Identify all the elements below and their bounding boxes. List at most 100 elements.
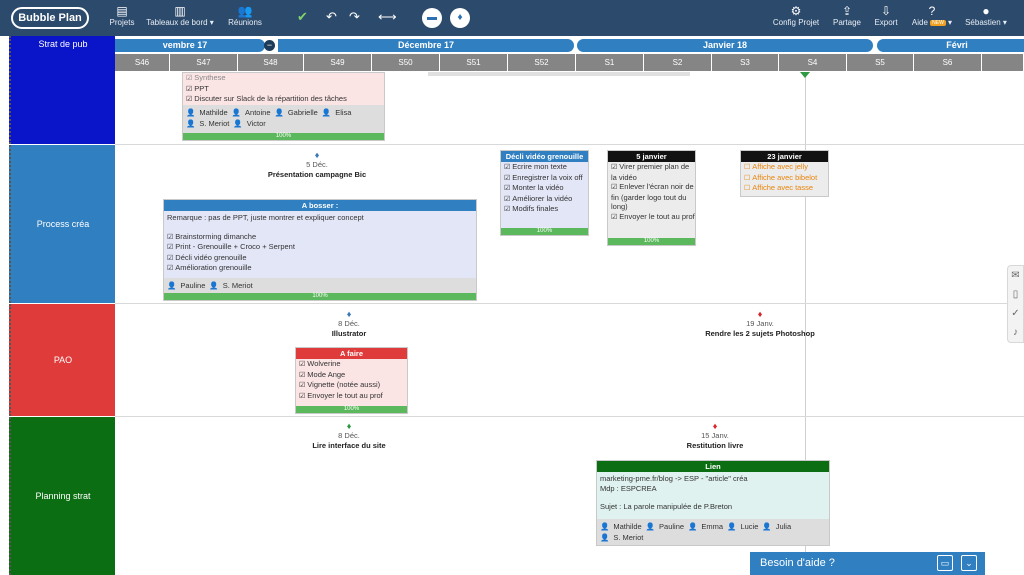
week-s1: S1 <box>576 54 644 71</box>
nav-partage[interactable]: ⇪ Partage <box>831 4 863 32</box>
checklist-item[interactable]: ☑ Monter la vidéo <box>501 183 588 194</box>
checklist-item[interactable]: ☐ Affiche avec tasse <box>741 183 828 194</box>
nav-export[interactable]: ⇩ Export <box>872 4 900 32</box>
checklist-item[interactable]: ☑ Améliorer la vidéo <box>501 194 588 205</box>
checklist-item[interactable]: ☑ Wolverine <box>296 359 407 370</box>
lane-pao[interactable]: PAO <box>9 304 115 416</box>
checklist-item[interactable]: ☐ Affiche avec bibelot <box>741 173 828 184</box>
nav-config-projet[interactable]: ⚙ Config Projet <box>770 4 822 32</box>
check-icon[interactable]: ✔ <box>297 9 308 25</box>
nav-aide[interactable]: ? Aide NEW ▾ <box>910 4 954 32</box>
help-widget[interactable]: Besoin d'aide ? ▭ ⌄ <box>750 552 985 575</box>
week-s2: S2 <box>644 54 712 71</box>
week-s4: S4 <box>779 54 847 71</box>
chat-icon[interactable]: ▭ <box>937 555 953 571</box>
check-icon[interactable]: ✓ <box>1008 304 1023 323</box>
milestone[interactable]: ♦ 8 Déc. Illustrator <box>289 310 409 338</box>
checklist-item[interactable]: ☑ Virer premier plan de la vidéo <box>608 162 695 182</box>
checklist-item[interactable]: ☑ Enregistrer la voix off <box>501 173 588 184</box>
assignees: 👤 Mathilde 👤 Pauline 👤 Emma 👤 Lucie 👤 Julia 👤 S. M… <box>597 519 829 545</box>
user-icon: 👤 <box>600 533 610 542</box>
chevron-down-icon[interactable]: ⌄ <box>961 555 977 571</box>
checkbox-checked-icon: ☑ <box>504 206 511 213</box>
nav-projets[interactable]: ▤ Projets <box>106 4 138 32</box>
checklist-item[interactable]: ☐ Affiche avec jelly <box>741 162 828 173</box>
checklist-item[interactable]: ☑ Vignette (notée aussi) <box>296 380 407 391</box>
collapse-icon[interactable]: − <box>264 40 275 51</box>
calendar-icon[interactable]: ▬ <box>422 8 442 28</box>
card-title: Lien <box>597 461 829 472</box>
checklist-item[interactable]: ☑ Décli vidéo grenouille <box>164 253 476 264</box>
lane-process-crea[interactable]: Process créa <box>9 145 115 303</box>
checkbox-checked-icon: ☑ <box>186 96 193 103</box>
checklist-item[interactable]: ☑ Envoyer le tout au prof <box>296 391 407 402</box>
task-card[interactable]: A bosser : Remarque : pas de PPT, juste … <box>163 199 477 301</box>
checkbox-checked-icon: ☑ <box>299 361 306 368</box>
milestone[interactable]: ♦ 8 Déc. Lire interface du site <box>289 422 409 450</box>
checklist-item[interactable]: ☑ Ecrire mon texte <box>501 162 588 173</box>
checkbox-checked-icon: ☑ <box>504 174 511 182</box>
checklist-item[interactable]: ☑ Mode Ange <box>296 370 407 381</box>
milestone-icon[interactable]: ♦ <box>450 8 470 28</box>
document-icon[interactable]: ▯ <box>1008 285 1023 304</box>
nav-tableaux-de-bord[interactable]: ▥ Tableaux de bord ▾ <box>146 4 214 32</box>
user-icon: 👤 <box>167 281 177 290</box>
lane-divider <box>115 144 1024 145</box>
task-card[interactable]: A faire ☑ Wolverine ☑ Mode Ange ☑ Vignette … <box>295 347 408 414</box>
nav-reunions[interactable]: 👥 Réunions <box>226 4 264 32</box>
week-s49: S49 <box>304 54 372 71</box>
bell-icon[interactable]: ♪ <box>1008 323 1023 342</box>
card-note <box>597 493 829 502</box>
milestone[interactable]: ♦ 15 Janv. Restitution livre <box>655 422 775 450</box>
user-icon: 👤 <box>274 108 284 117</box>
task-card[interactable]: ☑ Synthese ☑ PPT ☑ Discuter sur Slack de la… <box>182 72 385 141</box>
checklist-item[interactable]: ☑ Envoyer le tout au prof <box>608 212 695 223</box>
lane-planning-strat[interactable]: Planning strat <box>9 417 115 575</box>
checkbox-checked-icon: ☑ <box>186 75 193 82</box>
checkbox-checked-icon: ☑ <box>504 185 511 192</box>
checklist-item[interactable]: ☑ Brainstorming dimanche <box>164 232 476 243</box>
chat-icon[interactable]: ✉ <box>1008 266 1023 285</box>
card-title: A bosser : <box>164 200 476 211</box>
card-title: 5 janvier <box>608 151 695 162</box>
undo-icon[interactable]: ↶ <box>326 9 337 25</box>
month-janvier: Janvier 18 <box>577 39 873 52</box>
checklist-item[interactable]: ☑ Synthese <box>183 73 384 84</box>
app-logo[interactable]: Bubble Plan <box>11 7 89 29</box>
user-menu[interactable]: ● Sébastien ▾ <box>962 4 1010 32</box>
checkbox-checked-icon: ☑ <box>504 195 511 203</box>
milestone[interactable]: ♦ 19 Janv. Rendre les 2 sujets Photoshop <box>700 310 820 338</box>
user-icon: 👤 <box>762 522 772 531</box>
diamond-icon: ♦ <box>346 421 352 431</box>
task-card[interactable]: Lien marketing-pme.fr/blog -> ESP - "art… <box>596 460 830 546</box>
task-card[interactable]: 5 janvier ☑ Virer premier plan de la vidé… <box>607 150 696 246</box>
checklist-item[interactable]: ☑ Amélioration grenouille <box>164 263 476 274</box>
user-icon: 👤 <box>186 108 196 117</box>
checklist-item[interactable]: ☑ Modifs finales <box>501 204 588 215</box>
user-icon: 👤 <box>186 119 196 128</box>
expand-horizontal-icon[interactable]: ⟷ <box>378 9 397 25</box>
redo-icon[interactable]: ↷ <box>349 9 360 25</box>
new-badge: NEW <box>930 19 946 26</box>
month-decembre: Décembre 17 <box>278 39 574 52</box>
task-card[interactable]: Décli vidéo grenouille ☑ Ecrire mon texte… <box>500 150 589 236</box>
checklist-item[interactable]: ☑ PPT <box>183 84 384 95</box>
checklist-item[interactable]: ☑ Print - Grenouille + Croco + Serpent <box>164 242 476 253</box>
progress-bar: 100% <box>608 238 695 245</box>
card-note: marketing-pme.fr/blog -> ESP - "article"… <box>600 474 748 483</box>
checklist-item[interactable]: ☑ Discuter sur Slack de la répartition de… <box>183 94 384 105</box>
progress-bar: 100% <box>183 133 384 140</box>
milestone[interactable]: ♦ 5 Déc. Présentation campagne Bic <box>257 151 377 179</box>
side-tools: ✉ ▯ ✓ ♪ <box>1007 265 1024 343</box>
user-icon: 👤 <box>233 119 243 128</box>
card-note: Mdp : ESPCREA <box>600 483 657 493</box>
horizontal-scrollbar[interactable] <box>428 72 690 76</box>
task-card[interactable]: 23 janvier ☐ Affiche avec jelly ☐ Affiche … <box>740 150 829 197</box>
progress-bar: 100% <box>296 406 407 413</box>
checkbox-checked-icon: ☑ <box>299 382 306 389</box>
checkbox-checked-icon: ☑ <box>504 164 511 171</box>
week-s6: S6 <box>914 54 982 71</box>
checkbox-checked-icon: ☑ <box>611 184 618 191</box>
lane-strat-de-pub[interactable]: Strat de pub <box>9 36 115 144</box>
checklist-item[interactable]: ☑ Enlever l'écran noir de fin (garder log… <box>608 182 695 212</box>
